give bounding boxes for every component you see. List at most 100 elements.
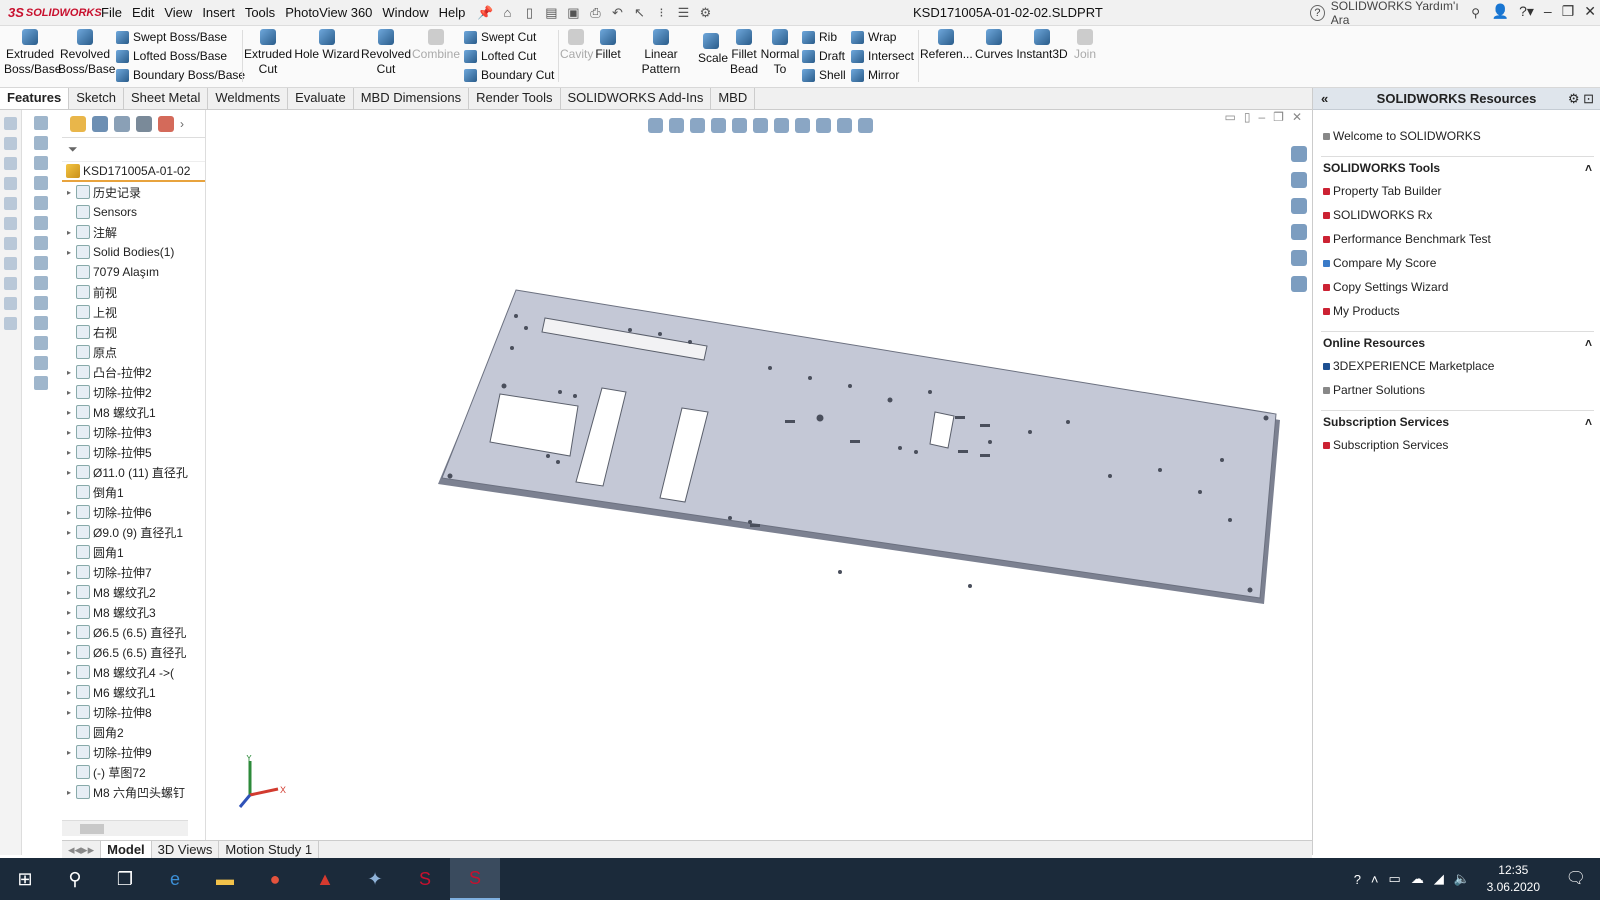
tree-item[interactable]: ▸ 注解 [62, 222, 205, 242]
notification-icon[interactable]: 🗨 [1566, 868, 1586, 888]
edge-icon[interactable]: e [150, 858, 200, 900]
welcome-link[interactable]: Welcome to SOLIDWORKS [1313, 124, 1600, 148]
tab-3d-views[interactable]: 3D Views [152, 841, 220, 858]
tree-item[interactable]: 右视 [62, 322, 205, 342]
help-icon[interactable]: ? [1354, 872, 1361, 887]
online-link[interactable]: Partner Solutions [1313, 378, 1600, 402]
tool-link[interactable]: Copy Settings Wizard [1313, 275, 1600, 299]
close-icon[interactable]: ✕ [1584, 3, 1596, 20]
fillet-bead-button[interactable]: Fillet Bead [728, 26, 760, 77]
expand-arrow-icon[interactable]: ▸ [62, 408, 76, 417]
tab-evaluate[interactable]: Evaluate [288, 88, 354, 109]
collapse-section-icon[interactable]: ˄ [1585, 415, 1592, 429]
extruded-boss-button[interactable]: Extruded Boss/Base [4, 26, 61, 77]
display-manager-icon[interactable] [158, 115, 174, 132]
tool-icon[interactable] [34, 296, 48, 310]
menu-file[interactable]: File [96, 5, 127, 20]
tab-motion-study[interactable]: Motion Study 1 [219, 841, 320, 858]
appearances-icon[interactable] [1291, 250, 1307, 266]
graphics-area[interactable]: ▭ ▯ – ❐ ✕ [210, 110, 1312, 840]
tree-item[interactable]: 7079 Alaşım [62, 262, 205, 282]
network-icon[interactable]: ◢ [1434, 871, 1444, 887]
design-library-icon[interactable] [1291, 172, 1307, 188]
collapse-section-icon[interactable]: ˄ [1585, 336, 1592, 350]
dimxpert-icon[interactable] [136, 115, 152, 132]
expand-arrow-icon[interactable]: ▸ [62, 448, 76, 457]
tree-item[interactable]: ▸ 历史记录 [62, 182, 205, 202]
draft-button[interactable]: Draft [802, 49, 845, 63]
user-icon[interactable]: 👤 [1492, 3, 1509, 20]
tree-item[interactable]: 原点 [62, 342, 205, 362]
tree-item[interactable]: ▸ 切除-拉伸6 [62, 502, 205, 522]
curves-button[interactable]: Curves [974, 26, 1014, 62]
fillet-button[interactable]: Fillet [592, 26, 624, 62]
hole-wizard-button[interactable]: Hole Wizard [294, 26, 360, 62]
tree-item[interactable]: 倒角1 [62, 482, 205, 502]
revolved-boss-button[interactable]: Revolved Boss/Base [58, 26, 115, 77]
tools-section-header[interactable]: SOLIDWORKS Tools ˄ [1321, 156, 1594, 179]
configuration-manager-icon[interactable] [114, 115, 130, 132]
custom-properties-icon[interactable] [1291, 276, 1307, 292]
expand-arrow-icon[interactable]: ▸ [62, 608, 76, 617]
collapse-icon[interactable]: « [1321, 91, 1328, 106]
solidworks-2017-icon[interactable]: S [450, 858, 500, 900]
expand-arrow-icon[interactable]: ▸ [62, 708, 76, 717]
subscription-section-header[interactable]: Subscription Services ˄ [1321, 410, 1594, 433]
tree-item[interactable]: ▸ 切除-拉伸9 [62, 742, 205, 762]
options-list-icon[interactable]: ☰ [674, 5, 692, 21]
pin-icon[interactable]: 📌 [476, 5, 494, 21]
volume-icon[interactable]: 🔈 [1454, 871, 1470, 887]
scale-button[interactable]: Scale [698, 30, 728, 66]
expand-arrow-icon[interactable]: ▸ [62, 628, 76, 637]
cloud-icon[interactable]: ☁ [1411, 871, 1424, 887]
extruded-cut-button[interactable]: Extruded Cut [244, 26, 292, 77]
expand-arrow-icon[interactable]: ▸ [62, 588, 76, 597]
intersect-button[interactable]: Intersect [851, 49, 914, 63]
tool-icon[interactable] [4, 257, 17, 270]
tool-icon[interactable] [4, 177, 17, 190]
boundary-boss-button[interactable]: Boundary Boss/Base [116, 68, 245, 82]
battery-icon[interactable]: ▭ [1389, 871, 1401, 887]
lofted-boss-button[interactable]: Lofted Boss/Base [116, 49, 227, 63]
restore-icon[interactable]: ❐ [1562, 3, 1575, 20]
subscription-link[interactable]: Subscription Services [1313, 433, 1600, 457]
tab-sketch[interactable]: Sketch [69, 88, 124, 109]
tree-item[interactable]: ▸ M8 螺纹孔3 [62, 602, 205, 622]
expand-arrow-icon[interactable]: ▸ [62, 748, 76, 757]
cavity-button[interactable]: Cavity [560, 26, 593, 62]
gear-icon[interactable]: ⚙ [696, 5, 714, 21]
tool-icon[interactable] [34, 376, 48, 390]
tool-icon[interactable] [4, 277, 17, 290]
mirror-button[interactable]: Mirror [851, 68, 899, 82]
expand-arrow-icon[interactable]: ▸ [62, 388, 76, 397]
expand-arrow-icon[interactable]: ▸ [62, 528, 76, 537]
expand-arrow-icon[interactable]: ▸ [62, 668, 76, 677]
tool-icon[interactable] [34, 176, 48, 190]
minimize-icon[interactable]: – [1544, 3, 1552, 20]
expand-arrow-icon[interactable]: ▸ [62, 368, 76, 377]
tool-icon[interactable] [34, 156, 48, 170]
boundary-cut-button[interactable]: Boundary Cut [464, 68, 554, 82]
tool-icon[interactable] [34, 136, 48, 150]
menu-view[interactable]: View [159, 5, 197, 20]
expand-arrow-icon[interactable]: ▸ [62, 568, 76, 577]
solidworks-logo[interactable]: 3S SOLIDWORKS [0, 0, 102, 26]
tree-root[interactable]: KSD171005A-01-02 [62, 162, 205, 182]
menu-help[interactable]: Help [434, 5, 471, 20]
help-dropdown-icon[interactable]: ?▾ [1519, 3, 1534, 20]
expand-arrow-icon[interactable]: ▸ [62, 248, 76, 257]
feature-manager-icon[interactable] [70, 115, 86, 132]
expand-arrow-icon[interactable]: ▸ [62, 428, 76, 437]
normal-to-button[interactable]: Normal To [760, 26, 800, 77]
tree-item[interactable]: 圆角2 [62, 722, 205, 742]
collapse-section-icon[interactable]: ˄ [1585, 161, 1592, 175]
tab-mbd[interactable]: MBD [711, 88, 756, 109]
file-explorer-icon[interactable] [1291, 198, 1307, 214]
tab-sheet-metal[interactable]: Sheet Metal [124, 88, 209, 109]
expand-arrow-icon[interactable]: ▸ [62, 688, 76, 697]
tab-mbd-dimensions[interactable]: MBD Dimensions [354, 88, 470, 109]
menu-edit[interactable]: Edit [127, 5, 159, 20]
tool-icon[interactable] [34, 236, 48, 250]
expand-arrow-icon[interactable]: ▸ [62, 508, 76, 517]
save-icon[interactable]: ▣ [564, 5, 582, 21]
